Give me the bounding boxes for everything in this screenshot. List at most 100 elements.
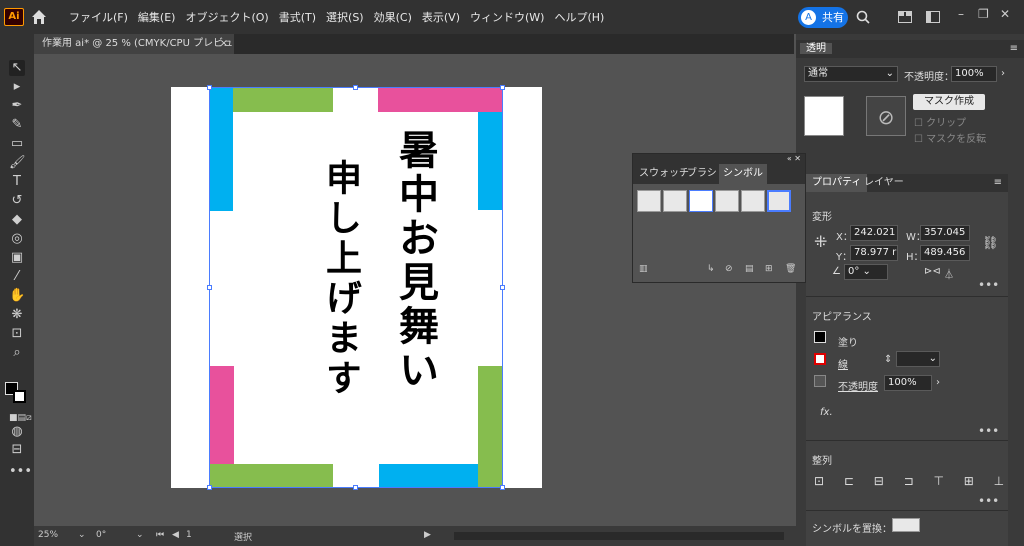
- gradient-tool-icon[interactable]: ▣: [9, 250, 25, 266]
- tab-swatches[interactable]: スウォッチ: [639, 164, 689, 184]
- restore-icon[interactable]: ❐: [978, 7, 989, 21]
- delete-symbol-icon[interactable]: 🗑: [785, 264, 796, 274]
- selection-handle[interactable]: [353, 85, 358, 90]
- tab-brushes[interactable]: ブラシ: [687, 164, 717, 184]
- symbol-item[interactable]: [715, 190, 739, 212]
- menu-type[interactable]: 書式(T): [274, 9, 321, 25]
- h-input[interactable]: 489.456: [920, 245, 970, 261]
- x-input[interactable]: 242.021: [850, 225, 898, 241]
- align-buttons-row[interactable]: ⊡ ⊏ ⊟ ⊐ ⊤ ⊞ ⊥: [814, 474, 1012, 488]
- object-thumbnail[interactable]: [804, 96, 844, 136]
- panel-layout-icon[interactable]: [926, 11, 940, 23]
- pen-tool-icon[interactable]: ✒: [9, 98, 25, 114]
- menu-help[interactable]: ヘルプ(H): [549, 9, 609, 25]
- fill-color-swatch[interactable]: [814, 331, 826, 343]
- eraser-tool-icon[interactable]: ◆: [9, 212, 25, 228]
- draw-mode-icon[interactable]: ◍: [9, 424, 25, 440]
- tab-properties[interactable]: プロパティ: [806, 174, 868, 192]
- more-options-icon[interactable]: •••: [978, 278, 999, 292]
- puppet-warp-tool-icon[interactable]: ✋: [9, 288, 25, 304]
- horizontal-scrollbar[interactable]: [454, 532, 784, 540]
- y-input[interactable]: 78.977 r: [850, 245, 898, 261]
- artboard[interactable]: 暑中お見舞い 申し上げます: [171, 85, 542, 490]
- direct-selection-tool-icon[interactable]: ▸: [9, 79, 25, 95]
- zoom-level[interactable]: 25%: [38, 530, 58, 540]
- clip-checkbox[interactable]: ☐ クリップ: [914, 114, 966, 129]
- rectangle-tool-icon[interactable]: ▭: [9, 136, 25, 152]
- minimize-icon[interactable]: –: [958, 7, 964, 21]
- flip-vertical-icon[interactable]: ⏃: [944, 266, 954, 281]
- selection-handle[interactable]: [207, 485, 212, 490]
- selection-handle[interactable]: [207, 85, 212, 90]
- symbol-sprayer-tool-icon[interactable]: ❋: [9, 307, 25, 323]
- menu-edit[interactable]: 編集(E): [133, 9, 181, 25]
- constrain-proportions-icon[interactable]: ⛓: [982, 236, 999, 251]
- symbol-libraries-icon[interactable]: ▥: [639, 264, 648, 274]
- selection-handle[interactable]: [500, 485, 505, 490]
- reference-point-icon[interactable]: ⁜: [814, 232, 827, 251]
- panel-menu-icon[interactable]: ≡: [1010, 40, 1018, 58]
- selection-bounding-box[interactable]: [209, 87, 503, 488]
- selection-handle[interactable]: [500, 285, 505, 290]
- selection-handle[interactable]: [500, 85, 505, 90]
- workspace-layout-icon[interactable]: [898, 11, 912, 23]
- screen-mode-icon[interactable]: ⊟: [9, 442, 25, 458]
- canvas-area[interactable]: 暑中お見舞い 申し上げます: [34, 54, 796, 526]
- panel-menu-icon[interactable]: ≡: [994, 174, 1002, 192]
- symbol-item[interactable]: [637, 190, 661, 212]
- menu-select[interactable]: 選択(S): [321, 9, 369, 25]
- selection-handle[interactable]: [207, 285, 212, 290]
- invert-mask-checkbox[interactable]: ☐ マスクを反転: [914, 130, 986, 145]
- opacity-arrow-icon[interactable]: ›: [1001, 68, 1005, 79]
- share-button[interactable]: A 共有: [798, 7, 848, 28]
- tab-symbols[interactable]: シンボル: [719, 164, 767, 184]
- break-link-icon[interactable]: ⊘: [725, 264, 733, 274]
- search-icon[interactable]: [856, 10, 870, 24]
- page-number[interactable]: 1: [186, 530, 192, 540]
- tab-layers[interactable]: レイヤー: [860, 174, 908, 192]
- new-symbol-icon[interactable]: ⊞: [765, 264, 773, 274]
- flip-horizontal-icon[interactable]: ⊳⊲: [924, 266, 941, 277]
- menu-object[interactable]: オブジェクト(O): [180, 9, 273, 25]
- symbol-replace-dropdown[interactable]: [892, 518, 920, 532]
- stroke-stepper-icon[interactable]: ⇕: [884, 354, 892, 365]
- menu-view[interactable]: 表示(V): [417, 9, 465, 25]
- status-arrow-icon[interactable]: ▶: [424, 530, 431, 540]
- angle-input[interactable]: 0° ⌄: [844, 264, 888, 280]
- symbol-options-icon[interactable]: ▤: [745, 264, 754, 274]
- menu-file[interactable]: ファイル(F): [64, 9, 133, 25]
- close-tab-icon[interactable]: ×: [220, 34, 228, 54]
- appearance-opacity-input[interactable]: 100%: [884, 375, 932, 391]
- rotate-tool-icon[interactable]: ↺: [9, 193, 25, 209]
- artboard-tool-icon[interactable]: ⊡: [9, 326, 25, 342]
- stroke-label[interactable]: 線: [838, 356, 848, 371]
- zoom-tool-icon[interactable]: ⌕: [9, 345, 25, 361]
- symbol-item[interactable]: [663, 190, 687, 212]
- more-options-icon[interactable]: •••: [978, 424, 999, 438]
- document-tab[interactable]: 作業用 ai* @ 25 % (CMYK/CPU プレビュー) ×: [34, 34, 234, 69]
- more-tools-icon[interactable]: •••: [9, 464, 32, 480]
- selection-tool-icon[interactable]: ↖: [9, 60, 25, 76]
- appearance-opacity-label[interactable]: 不透明度: [838, 378, 878, 393]
- symbol-item[interactable]: [767, 190, 791, 212]
- place-symbol-icon[interactable]: ↳: [707, 264, 715, 274]
- first-page-icon[interactable]: ⏮: [156, 530, 164, 540]
- prev-page-icon[interactable]: ◀: [172, 530, 179, 540]
- shape-builder-tool-icon[interactable]: ◎: [9, 231, 25, 247]
- menu-effect[interactable]: 効果(C): [369, 9, 417, 25]
- curvature-tool-icon[interactable]: ✎: [9, 117, 25, 133]
- home-icon[interactable]: [30, 8, 48, 26]
- more-options-icon[interactable]: •••: [978, 494, 999, 508]
- rotation-value[interactable]: 0°: [96, 530, 106, 540]
- stroke-weight-input[interactable]: ⌄: [896, 351, 940, 367]
- rotation-dropdown-icon[interactable]: ⌄: [136, 530, 144, 540]
- opacity-arrow-icon[interactable]: ›: [936, 377, 940, 388]
- w-input[interactable]: 357.045: [920, 225, 970, 241]
- opacity-input[interactable]: 100%: [951, 66, 997, 82]
- stroke-swatch-icon[interactable]: [13, 390, 26, 403]
- selection-handle[interactable]: [353, 485, 358, 490]
- symbol-item[interactable]: [689, 190, 713, 212]
- zoom-dropdown-icon[interactable]: ⌄: [78, 530, 86, 540]
- paintbrush-tool-icon[interactable]: 🖌: [9, 155, 26, 171]
- close-icon[interactable]: ✕: [1000, 7, 1010, 21]
